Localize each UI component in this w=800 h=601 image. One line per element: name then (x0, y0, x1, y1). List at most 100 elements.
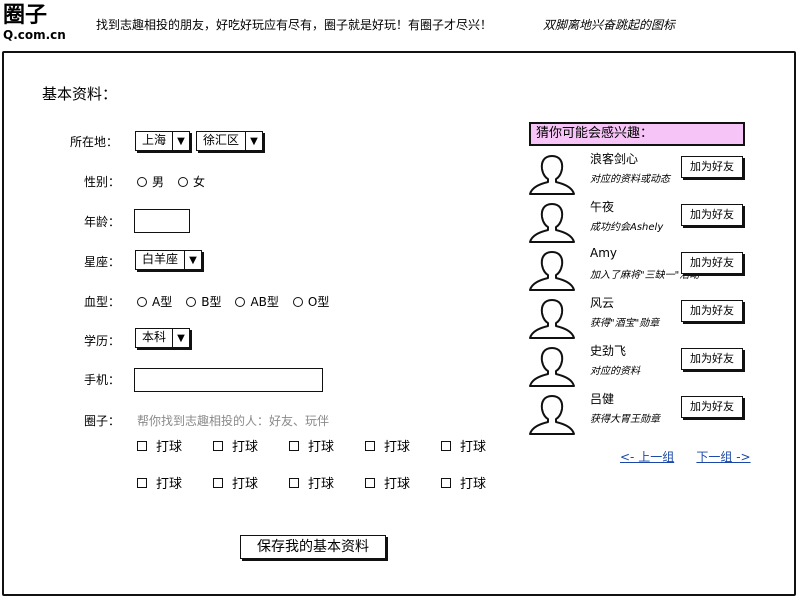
add-friend-button[interactable]: 加为好友 (681, 300, 743, 322)
friend-name[interactable]: 午夜 (590, 198, 614, 215)
friend-suggestion: Amy 加入了麻将"三缺一"活动 加为好友 (526, 246, 748, 292)
friend-suggestion: 午夜成功约会Ashely 加为好友 (526, 198, 748, 244)
sign-value: 白羊座 (142, 252, 179, 266)
checkbox-icon[interactable] (365, 440, 375, 451)
blood-radio-group: A型 B型 AB型 O型 (137, 293, 343, 310)
circle-option-label: 打球 (460, 440, 487, 455)
sign-select[interactable]: 白羊座 ▼ (135, 250, 203, 270)
friend-name[interactable]: 风云 (590, 294, 614, 311)
add-friend-button[interactable]: 加为好友 (681, 252, 743, 274)
slogan: 找到志趣相投的朋友，好吃好玩应有尽有，圈子就是好玩！有圈子才尽兴！ (96, 18, 493, 32)
blood-b-label: B型 (201, 295, 222, 309)
avatar-icon[interactable] (526, 392, 578, 436)
district-select[interactable]: 徐汇区 ▼ (196, 131, 264, 151)
circles-row-1: 打球 打球 打球 打球 打球 (137, 436, 517, 455)
blood-o-label: O型 (307, 295, 330, 309)
friend-name[interactable]: 吕健 (590, 390, 614, 407)
circle-option-label: 打球 (384, 440, 411, 455)
gender-female-option[interactable]: 女 (178, 173, 205, 190)
avatar-icon[interactable] (526, 296, 578, 340)
friend-activity: 获得"酒宝"勋章 (590, 318, 660, 329)
checkbox-icon[interactable] (289, 477, 299, 488)
radio-icon[interactable] (137, 296, 147, 307)
blood-b-option[interactable]: B型 (186, 293, 221, 310)
add-friend-button[interactable]: 加为好友 (681, 396, 743, 418)
friend-suggestion: 吕健获得大胃王勋章 加为好友 (526, 390, 748, 436)
friend-suggestion: 史劲飞对应的资料 加为好友 (526, 342, 748, 388)
circles-hint: 帮你找到志趣相投的人：好友、玩伴 (137, 414, 330, 428)
circle-option-label: 打球 (308, 477, 335, 492)
friend-name[interactable]: 浪客剑心 (590, 150, 638, 167)
avatar-icon[interactable] (526, 152, 578, 196)
age-input[interactable] (134, 209, 190, 233)
circle-checkbox-item[interactable]: 打球 (137, 473, 213, 492)
blood-a-label: A型 (152, 295, 173, 309)
circle-checkbox-item[interactable]: 打球 (289, 473, 365, 492)
circle-checkbox-item[interactable]: 打球 (441, 436, 517, 455)
checkbox-icon[interactable] (137, 477, 147, 488)
add-friend-button[interactable]: 加为好友 (681, 204, 743, 226)
checkbox-icon[interactable] (289, 440, 299, 451)
circle-option-label: 打球 (232, 440, 259, 455)
radio-icon[interactable] (186, 296, 197, 307)
circle-checkbox-item[interactable]: 打球 (441, 473, 517, 492)
circle-option-label: 打球 (460, 477, 487, 492)
radio-icon[interactable] (292, 296, 303, 307)
add-friend-button[interactable]: 加为好友 (681, 348, 743, 370)
avatar-icon[interactable] (526, 200, 578, 244)
friend-activity: 对应的资料或动态 (590, 174, 670, 185)
circle-checkbox-item[interactable]: 打球 (365, 473, 441, 492)
checkbox-icon[interactable] (213, 440, 223, 451)
radio-icon[interactable] (137, 176, 147, 187)
friend-name[interactable]: Amy (590, 246, 617, 260)
blood-ab-option[interactable]: AB型 (235, 293, 279, 310)
circle-option-label: 打球 (232, 477, 259, 492)
blood-o-option[interactable]: O型 (292, 293, 330, 310)
phone-input[interactable] (134, 368, 323, 392)
circle-checkbox-item[interactable]: 打球 (289, 436, 365, 455)
checkbox-icon[interactable] (441, 477, 451, 488)
avatar-icon[interactable] (526, 248, 578, 292)
friend-activity: 对应的资料 (590, 366, 640, 377)
circle-checkbox-item[interactable]: 打球 (213, 436, 289, 455)
province-select[interactable]: 上海 ▼ (135, 131, 191, 151)
blood-ab-label: AB型 (250, 295, 279, 309)
pager: <- 上一组 下一组 -> (620, 446, 751, 465)
phone-label: 手机： (84, 373, 121, 387)
circles-row-2: 打球 打球 打球 打球 打球 (137, 473, 517, 492)
checkbox-icon[interactable] (137, 440, 147, 451)
location-label: 所在地： (70, 135, 119, 149)
friend-name[interactable]: 史劲飞 (590, 342, 626, 359)
save-profile-button[interactable]: 保存我的基本资料 (240, 535, 386, 559)
dropdown-arrow-icon: ▼ (245, 132, 262, 150)
circle-option-label: 打球 (308, 440, 335, 455)
friend-suggestion: 浪客剑心对应的资料或动态 加为好友 (526, 150, 748, 196)
avatar-icon[interactable] (526, 344, 578, 388)
logo[interactable]: 圈子 (3, 4, 47, 28)
radio-icon[interactable] (235, 296, 246, 307)
gender-male-option[interactable]: 男 (137, 173, 164, 190)
prev-page-link[interactable]: <- 上一组 (620, 450, 674, 464)
friend-suggestion: 风云获得"酒宝"勋章 加为好友 (526, 294, 748, 340)
friend-activity: 获得大胃王勋章 (590, 414, 660, 425)
checkbox-icon[interactable] (365, 477, 375, 488)
education-label: 学历： (84, 334, 121, 348)
dropdown-arrow-icon: ▼ (172, 132, 189, 150)
next-page-link[interactable]: 下一组 -> (696, 450, 750, 464)
sign-label: 星座： (84, 255, 121, 269)
circle-checkbox-item[interactable]: 打球 (365, 436, 441, 455)
circle-option-label: 打球 (384, 477, 411, 492)
blood-a-option[interactable]: A型 (137, 293, 172, 310)
checkbox-icon[interactable] (441, 440, 451, 451)
add-friend-button[interactable]: 加为好友 (681, 156, 743, 178)
education-select[interactable]: 本科 ▼ (135, 328, 191, 348)
friend-activity: 成功约会Ashely (590, 222, 664, 233)
age-label: 年龄： (84, 215, 121, 229)
checkbox-icon[interactable] (213, 477, 223, 488)
gender-male-label: 男 (152, 175, 165, 189)
circle-checkbox-item[interactable]: 打球 (137, 436, 213, 455)
radio-icon[interactable] (178, 176, 189, 187)
province-value: 上海 (142, 133, 167, 147)
circle-checkbox-item[interactable]: 打球 (213, 473, 289, 492)
circle-option-label: 打球 (156, 477, 183, 492)
